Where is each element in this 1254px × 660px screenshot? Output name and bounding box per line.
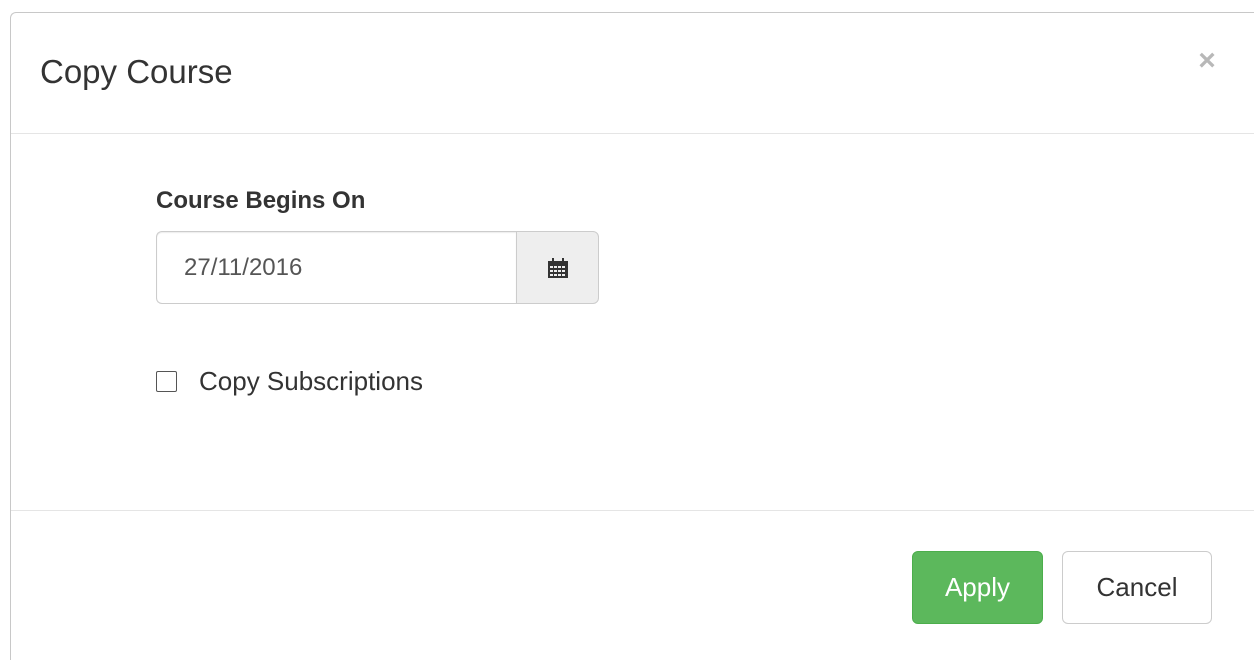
apply-button[interactable]: Apply [912, 551, 1043, 624]
calendar-icon [547, 257, 568, 278]
copy-subscriptions-option[interactable]: Copy Subscriptions [156, 366, 423, 396]
copy-subscriptions-checkbox[interactable] [156, 370, 177, 392]
dialog-footer: Apply Cancel [11, 510, 1254, 660]
cancel-button[interactable]: Cancel [1062, 551, 1212, 624]
calendar-button[interactable] [516, 231, 599, 304]
copy-subscriptions-label: Copy Subscriptions [199, 366, 423, 396]
course-begins-label: Course Begins On [156, 187, 366, 214]
course-begins-date-input[interactable] [156, 231, 516, 304]
dialog-body: Course Begins On Copy Subscriptions [11, 134, 1254, 510]
dialog-header: Copy Course × [11, 13, 1254, 134]
date-picker-group [156, 231, 599, 304]
copy-course-dialog: Copy Course × Course Begins On 27/11/201… [10, 12, 1254, 660]
dialog-title: Copy Course [40, 53, 233, 90]
close-button[interactable]: × [1195, 46, 1219, 76]
